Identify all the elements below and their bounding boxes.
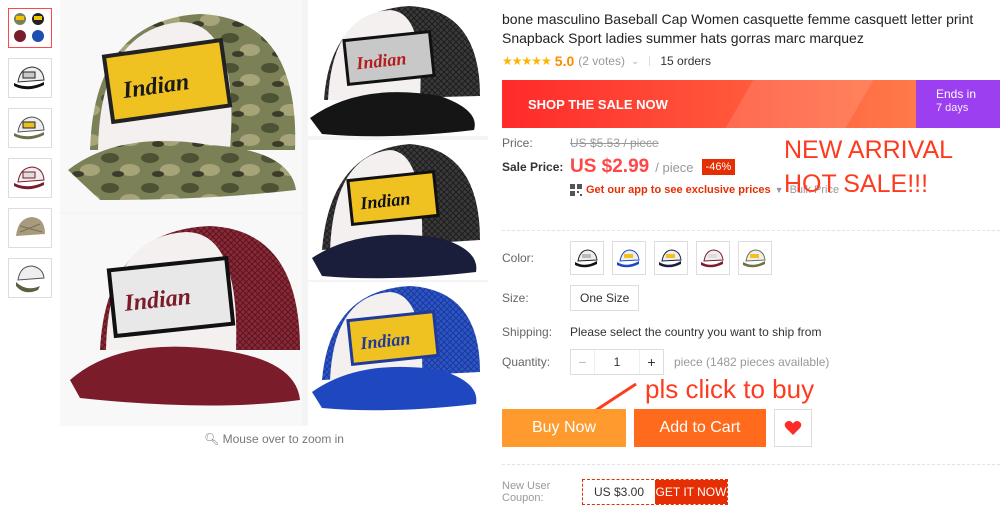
indian-patch-1: Indian	[101, 37, 233, 125]
product-info: bone masculino Baseball Cap Women casque…	[502, 0, 1000, 376]
heart-icon	[784, 421, 802, 435]
banner-countdown: Ends in 7 days	[916, 80, 1000, 128]
action-buttons: Buy Now Add to Cart	[502, 409, 812, 447]
sale-price-label: Sale Price:	[502, 160, 564, 174]
main-product-image[interactable]: Indian Indian Indian Indian Indian	[60, 0, 488, 426]
camo-cap-icon	[14, 116, 45, 140]
orders-count: 15 orders	[660, 54, 712, 68]
color-option-black[interactable]	[570, 241, 604, 275]
caps-collage-image: Indian Indian Indian Indian Indian	[60, 0, 488, 426]
color-option-burgundy[interactable]	[696, 241, 730, 275]
availability-text: piece (1482 pieces available)	[674, 355, 830, 369]
shipping-label: Shipping:	[502, 325, 553, 339]
thumbnail-5[interactable]	[8, 208, 52, 248]
coupon-value: US $3.00	[583, 480, 655, 504]
quantity-input[interactable]: 1	[595, 350, 639, 374]
caret-down-icon[interactable]: ▼	[775, 185, 784, 195]
buy-now-button[interactable]: Buy Now	[502, 409, 626, 447]
magnifier-icon: 🔍︎	[204, 432, 220, 446]
cap-collage-icon	[14, 13, 44, 42]
zoom-hint: 🔍︎ Mouse over to zoom in	[60, 432, 488, 446]
thumbnail-1[interactable]	[8, 8, 52, 48]
product-title: bone masculino Baseball Cap Women casque…	[502, 11, 974, 46]
size-option-one-size[interactable]: One Size	[570, 285, 640, 311]
quantity-label: Quantity:	[502, 355, 551, 369]
zoom-hint-text: Mouse over to zoom in	[222, 432, 344, 446]
get-coupon-button[interactable]: GET IT NOW	[655, 480, 727, 504]
discount-badge: -46%	[701, 159, 736, 175]
ends-days: 7 days	[936, 102, 969, 114]
original-price: US $5.53 / piece	[570, 136, 659, 150]
rating-value: 5.0	[554, 53, 575, 69]
blue-cap-icon	[617, 249, 640, 268]
thumbnail-4[interactable]	[8, 158, 52, 198]
quantity-decrease-button[interactable]: −	[571, 350, 595, 374]
color-option-blue[interactable]	[612, 241, 646, 275]
new-arrival-overlay: NEW ARRIVAL	[784, 136, 954, 164]
section-divider	[502, 230, 1000, 231]
mesh-cap-icon	[16, 217, 45, 236]
price-box: Price: US $5.53 / piece Sale Price: US $…	[502, 136, 1000, 226]
rating-stars-icon: ★★★★★	[502, 54, 552, 68]
thumbnail-6[interactable]	[8, 258, 52, 298]
thumbnail-3[interactable]	[8, 108, 52, 148]
price-label: Price:	[502, 136, 533, 150]
sale-banner[interactable]: SHOP THE SALE NOW Ends in 7 days	[502, 80, 1000, 128]
hot-sale-overlay: HOT SALE!!!	[784, 170, 929, 198]
color-options	[570, 241, 772, 275]
ends-label: Ends in	[936, 87, 977, 101]
color-option-camo[interactable]	[738, 241, 772, 275]
wishlist-button[interactable]	[774, 409, 812, 447]
price-unit: / piece	[655, 159, 694, 175]
votes-link[interactable]: (2 votes)	[578, 54, 625, 68]
app-price-text[interactable]: Get our app to see exclusive prices	[586, 184, 771, 196]
shipping-text: Please select the country you want to sh…	[570, 325, 822, 339]
add-to-cart-button[interactable]: Add to Cart	[634, 409, 766, 447]
olive-cap-icon	[16, 265, 45, 293]
banner-text[interactable]: SHOP THE SALE NOW	[502, 80, 916, 128]
click-to-buy-overlay: pls click to buy	[645, 374, 815, 404]
sku-section: Color: Size: One Size Shipping: Please s…	[502, 237, 1000, 376]
qr-code-icon	[570, 184, 582, 196]
thumbnail-2[interactable]	[8, 58, 52, 98]
burgundy-cap-icon	[701, 249, 724, 268]
coupon-label: New User Coupon:	[502, 480, 551, 504]
chevron-down-icon[interactable]: ⌄	[631, 56, 639, 67]
black-cap-icon	[14, 66, 45, 90]
color-option-navy[interactable]	[654, 241, 688, 275]
sale-price: US $2.99	[570, 156, 650, 177]
thumbnail-list	[8, 8, 54, 308]
section-divider	[502, 464, 1000, 465]
divider	[649, 56, 651, 66]
quantity-increase-button[interactable]: +	[639, 350, 663, 374]
navy-cap-icon	[659, 249, 682, 268]
camo-cap-icon	[743, 249, 766, 268]
coupon-box: US $3.00 GET IT NOW	[582, 479, 728, 505]
quantity-stepper: − 1 +	[570, 349, 664, 375]
burgundy-cap-icon	[14, 166, 45, 190]
color-label: Color:	[502, 251, 535, 265]
new-user-coupon: New User Coupon: US $3.00 GET IT NOW	[502, 479, 728, 505]
size-label: Size:	[502, 291, 529, 305]
product-meta: ★★★★★ 5.0 (2 votes) ⌄ 15 orders	[502, 52, 1000, 70]
black-cap-icon	[575, 249, 598, 268]
